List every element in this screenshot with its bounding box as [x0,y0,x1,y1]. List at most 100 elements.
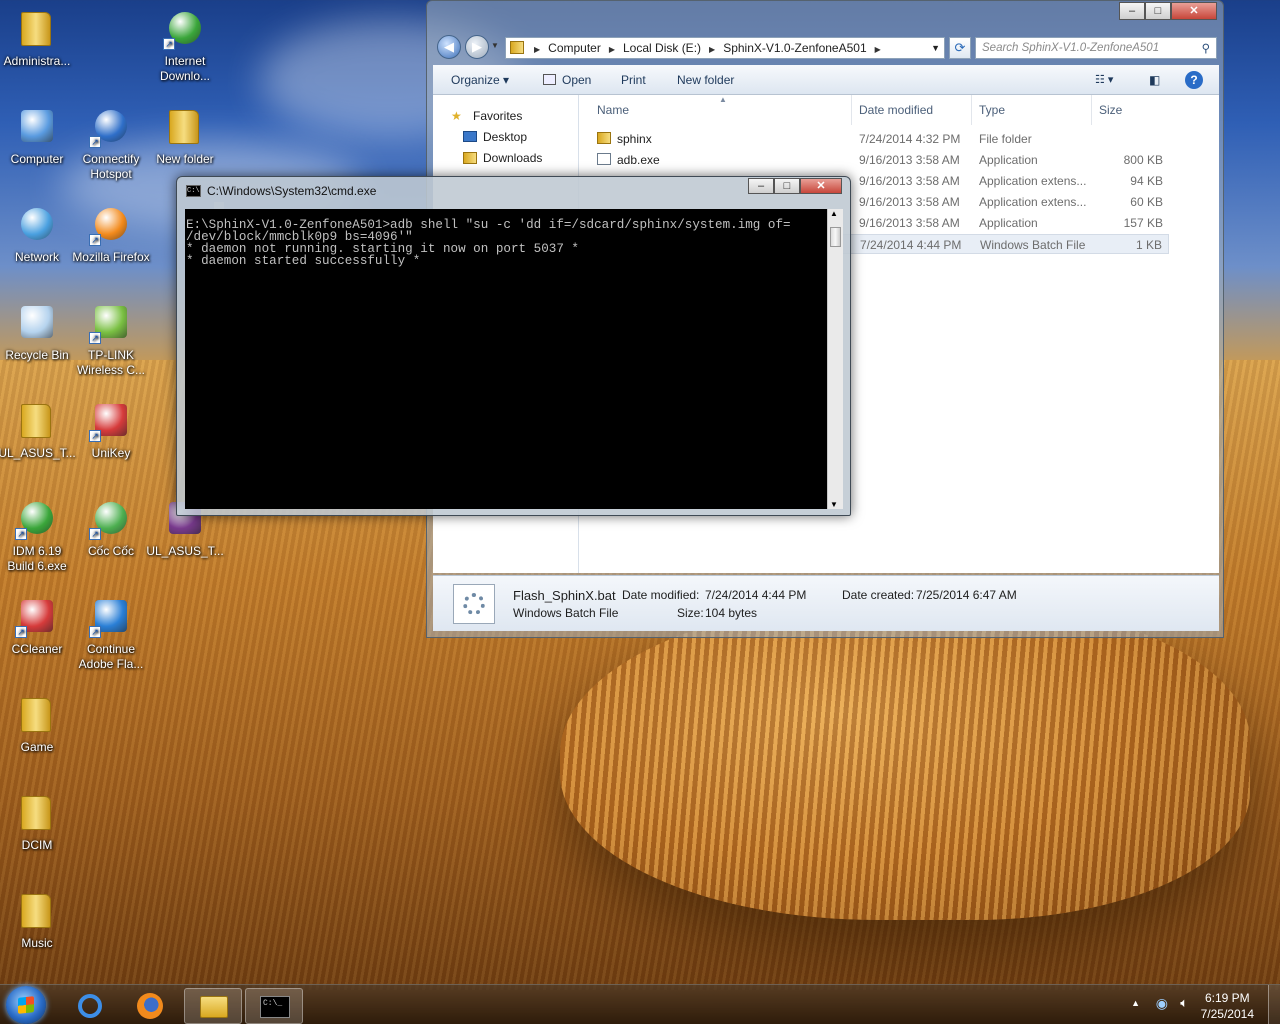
file-row[interactable]: adb.exe 9/16/2013 3:58 AM Application 800 K… [589,150,1169,170]
folder-icon [15,888,59,932]
desktop-icon-firefox[interactable]: ↗ Mozilla Firefox [72,202,150,265]
cmd-console-output[interactable]: E:\SphinX-V1.0-ZenfoneA501>adb shell "su… [185,209,827,509]
preview-pane-icon[interactable]: ◧ [1149,73,1160,87]
downloads-icon [463,152,477,164]
desktop-icon-folder[interactable]: New folder [146,104,224,167]
column-date-modified[interactable]: Date modified [859,103,933,117]
cmd-minimize-button[interactable]: – [748,178,774,194]
taskbar-cmd[interactable]: C:\_ [245,988,303,1024]
desktop-icon-unikey[interactable]: ↗ UniKey [72,398,150,461]
breadcrumb-chevron-icon: ▶ [709,45,716,54]
address-row: ◀ ▶ ▼ ▶ Computer ▶ Local Disk (E:) ▶ SphinX-V… [435,33,1217,61]
scroll-thumb[interactable] [830,227,841,247]
shortcut-arrow-icon: ↗ [89,136,101,148]
minimize-button[interactable]: – [1119,2,1145,20]
desktop-icon-folder[interactable]: Music [0,888,76,951]
cmd-line: * daemon started successfully * [186,254,421,268]
column-name[interactable]: Name [597,103,629,117]
desktop-icon-coccoc[interactable]: ↗ Cốc Cốc [72,496,150,559]
clock[interactable]: 6:19 PM 7/25/2014 [1201,990,1254,1022]
desktop-icon-folder[interactable]: DCIM [0,790,76,853]
breadcrumb-local-disk[interactable]: Local Disk (E:) [623,41,701,55]
file-date: 7/24/2014 4:44 PM [860,238,962,252]
cmd-scrollbar[interactable]: ▲ ▼ [827,209,843,509]
internet-explorer-icon [78,994,102,1018]
file-name: adb.exe [617,153,660,167]
connectify-icon: ↗ [89,104,133,148]
open-button[interactable]: Open [543,73,591,87]
desktop-icon-label: Game [20,740,54,754]
show-desktop-button[interactable] [1268,985,1280,1024]
scroll-up-icon[interactable]: ▲ [830,209,838,218]
detail-date-created: 7/25/2014 6:47 AM [916,588,1017,602]
cmd-maximize-button[interactable]: □ [774,178,800,194]
desktop-icon-label: IDM 6.19 Build 6.exe [7,544,67,573]
computer-icon [15,104,59,148]
desktop-icon-label: Internet Downlo... [159,54,211,83]
windows-logo-icon [18,996,34,1014]
start-button[interactable] [6,986,46,1024]
file-size: 1 KB [1135,238,1162,252]
file-row[interactable]: sphinx 7/24/2014 4:32 PM File folder [589,129,1169,149]
folder-icon [15,398,59,442]
desktop-icon-connectify[interactable]: ↗ Connectify Hotspot [72,104,150,182]
back-button[interactable]: ◀ [437,35,461,59]
application-icon [597,153,611,165]
taskbar-explorer[interactable] [184,988,242,1024]
search-icon: ⚲ [1201,43,1210,55]
volume-icon[interactable]: 🔈︎ [1180,995,1188,1011]
cmd-title: C:\Windows\System32\cmd.exe [207,184,377,198]
organize-button[interactable]: Organize ▾ [451,73,509,87]
recent-pages-chevron-icon[interactable]: ▼ [491,41,499,50]
nav-desktop[interactable]: Desktop [483,130,527,144]
gear-icon [463,593,485,615]
help-icon[interactable]: ? [1185,71,1203,89]
open-icon [543,74,556,85]
close-button[interactable]: ✕ [1171,2,1217,20]
nav-favorites[interactable]: Favorites [473,109,522,123]
breadcrumb-chevron-icon: ▶ [534,45,541,54]
taskbar-ie[interactable] [61,988,119,1024]
scroll-down-icon[interactable]: ▼ [830,500,838,509]
file-type: Windows Batch File [980,238,1086,252]
nav-downloads[interactable]: Downloads [483,151,542,165]
file-date: 9/16/2013 3:58 AM [859,174,960,188]
folder-icon [15,692,59,736]
cmd-close-button[interactable]: ✕ [800,178,842,194]
change-view-icon[interactable]: ☷ ▾ [1095,73,1113,86]
desktop-icon-adobe[interactable]: ↗ Continue Adobe Fla... [72,594,150,672]
detail-date-created-label: Date created: [842,588,915,602]
cmd-window[interactable]: C:\ C:\Windows\System32\cmd.exe – □ ✕ E:… [176,176,851,516]
desktop-icon-recycle[interactable]: Recycle Bin [0,300,76,363]
address-dropdown-icon[interactable]: ▼ [931,38,940,58]
refresh-button[interactable]: ⟳ [949,37,971,59]
maximize-button[interactable]: □ [1145,2,1171,20]
show-hidden-icons-icon[interactable]: ▲ [1131,998,1140,1008]
clock-date: 7/25/2014 [1200,1007,1254,1021]
new-folder-button[interactable]: New folder [677,73,734,87]
desktop-icon-computer[interactable]: Computer [0,104,76,167]
column-type[interactable]: Type [979,103,1005,117]
desktop-icon-idm[interactable]: ↗ IDM 6.19 Build 6.exe [0,496,76,574]
forward-button[interactable]: ▶ [465,35,489,59]
folder-icon [510,41,524,54]
address-bar[interactable]: ▶ Computer ▶ Local Disk (E:) ▶ SphinX-V1.0-Ze… [505,37,945,59]
breadcrumb-computer[interactable]: Computer [548,41,601,55]
desktop-icon-tplink[interactable]: ↗ TP-LINK Wireless C... [72,300,150,378]
print-button[interactable]: Print [621,73,646,87]
desktop-icon-user-folder[interactable]: Administra... [0,6,76,69]
column-size[interactable]: Size [1099,103,1122,117]
file-type: Application extens... [979,195,1087,209]
breadcrumb-current-folder[interactable]: SphinX-V1.0-ZenfoneA501 [723,41,866,55]
command-bar: Organize ▾ Open Print New folder ☷ ▾ ◧ ? [433,65,1219,95]
adobe-icon: ↗ [89,594,133,638]
shortcut-arrow-icon: ↗ [89,234,101,246]
desktop-icon-folder[interactable]: UL_ASUS_T... [0,398,76,461]
taskbar-firefox[interactable] [121,988,179,1024]
desktop-icon-ccleaner[interactable]: ↗ CCleaner [0,594,76,657]
search-input[interactable]: Search SphinX-V1.0-ZenfoneA501 ⚲ [975,37,1217,59]
desktop-icon-network[interactable]: Network [0,202,76,265]
desktop-icon-folder[interactable]: Game [0,692,76,755]
network-tray-icon[interactable]: ◉ [1156,995,1168,1012]
desktop-icon-idm[interactable]: ↗ Internet Downlo... [146,6,224,84]
